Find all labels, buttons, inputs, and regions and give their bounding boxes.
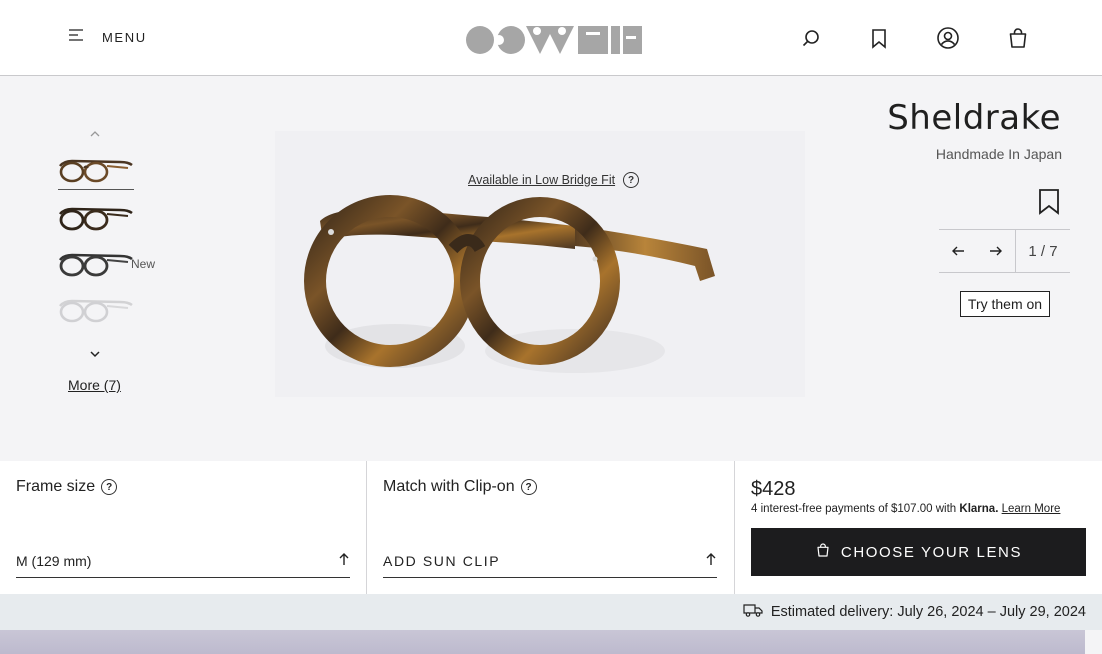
bookmark-icon[interactable] [1038,188,1060,216]
clip-on-title: Match with Clip-on ? [383,478,537,496]
thumbnail-tortoise[interactable] [58,156,134,190]
clip-on-select[interactable]: ADD SUN CLIP [383,545,717,578]
shopping-bag-icon [815,542,831,562]
frame-size-section: Frame size ? M (129 mm) [0,461,367,594]
arrow-up-icon [338,552,350,571]
next-image-button[interactable] [977,230,1015,272]
search-icon[interactable] [799,26,823,50]
hamburger-icon [68,28,84,46]
choose-lens-button[interactable]: CHOOSE YOUR LENS [751,528,1086,576]
arrow-right-icon [990,246,1002,256]
frame-size-label: Frame size [16,478,96,495]
low-bridge-fit-label: Available in Low Bridge Fit [468,173,616,187]
purchase-section: $428 4 interest-free payments of $107.00… [735,461,1102,594]
product-subtitle: Handmade In Japan [935,146,1062,162]
learn-more-link[interactable]: Learn More [1002,503,1061,515]
help-icon[interactable]: ? [623,172,640,188]
thumbnail-dark-tortoise[interactable] [58,204,134,238]
site-header: MENU [0,0,1102,76]
klarna-logo: Klarna. [959,503,999,515]
more-colors-link[interactable]: More (7) [68,377,121,393]
help-icon[interactable]: ? [520,479,537,495]
product-config: Frame size ? M (129 mm) Match with Clip-… [0,461,1102,594]
product-image [275,131,805,397]
prev-image-button[interactable] [939,230,977,272]
clip-on-section: Match with Clip-on ? ADD SUN CLIP [367,461,735,594]
product-title: Sheldrake [887,98,1061,138]
klarna-text: 4 interest-free payments of $107.00 with [751,503,957,515]
clip-on-value: ADD SUN CLIP [383,553,501,569]
clip-on-label: Match with Clip-on [383,478,515,495]
image-pager: 1 / 7 [939,229,1070,273]
thumbnail-clear[interactable] [58,296,134,330]
thumbnail-black[interactable] [58,250,134,284]
help-icon[interactable]: ? [101,479,118,495]
menu-button[interactable]: MENU [68,28,147,46]
low-bridge-fit-link[interactable]: Available in Low Bridge Fit ? [468,172,640,188]
price: $428 [751,478,796,500]
chevron-down-icon[interactable] [88,346,102,358]
truck-icon [743,603,763,621]
shopping-bag-icon[interactable] [1006,26,1030,50]
delivery-bar: Estimated delivery: July 26, 2024 – July… [0,594,1102,630]
klarna-info: 4 interest-free payments of $107.00 with… [751,503,1060,515]
arrow-up-icon [705,552,717,571]
choose-lens-label: CHOOSE YOUR LENS [840,543,1023,561]
thumbnail-rail: New More (7) [56,76,176,461]
frame-size-select[interactable]: M (129 mm) [16,545,350,578]
account-icon[interactable] [936,26,960,50]
chevron-up-icon[interactable] [88,126,102,137]
new-badge: New [131,257,156,271]
frame-size-title: Frame size ? [16,478,118,496]
delivery-text: Estimated delivery: July 26, 2024 – July… [770,604,1086,620]
next-section-preview [0,630,1085,654]
product-hero: New More (7) Available in Low Bridge Fit… [0,76,1102,461]
frame-size-value: M (129 mm) [16,553,92,569]
menu-label: MENU [102,29,147,45]
image-counter: 1 / 7 [1015,230,1070,272]
brand-logo[interactable] [466,26,642,59]
bookmark-icon[interactable] [867,26,891,50]
arrow-left-icon [952,246,964,256]
try-on-button[interactable]: Try them on [960,291,1050,317]
